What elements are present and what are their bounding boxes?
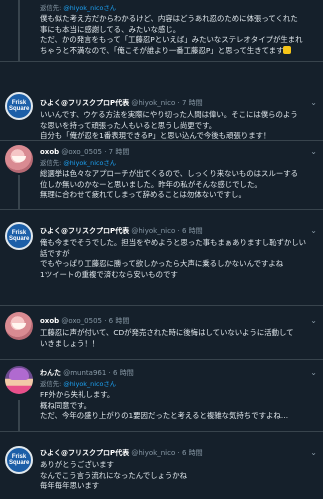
reply-to: 返信先: @hiyok_nicoさん [40, 380, 117, 388]
timestamp[interactable]: 7 時間 [182, 99, 203, 107]
timestamp[interactable]: 6 時間 [109, 317, 130, 325]
tweet[interactable]: Frisk Square ひよく@フリスクプロP代表 @hiyok_nico ·… [0, 432, 323, 499]
display-name[interactable]: ひよく@フリスクプロP代表 [40, 449, 129, 457]
handle[interactable]: @munta961 [63, 369, 106, 377]
tweet-text: いいんです、ウケる方法を実際にやり切った人間は偉い。そこには僕らのよう な思いを… [40, 110, 298, 140]
tweet[interactable]: oxob @oxo_0505 · 7 時間 ⌄ 返信先: @hiyok_nico… [0, 141, 323, 210]
display-name[interactable]: ひよく@フリスクプロP代表 [40, 227, 129, 235]
tweet-text: ありがとうございます なんでこう言う流れになったんでしょうかね 毎年毎年思います [40, 460, 188, 490]
timestamp[interactable]: 6 時間 [182, 227, 203, 235]
tweet[interactable]: oxob @oxo_0505 · 6 時間 ⌄ 工藤忍に声が付いて、CDが発売さ… [0, 306, 323, 360]
tweet-text: 工藤忍に声が付いて、CDが発売された時に後悔はしていないように活動して いきまし… [40, 328, 294, 348]
emoji-icon [283, 45, 292, 54]
tweet-text: FF外から失礼します。 概ね同意です。 ただ、今年の盛り上がりの1要因だったと考… [40, 390, 289, 420]
chevron-down-icon[interactable]: ⌄ [310, 316, 317, 325]
tweet[interactable]: Frisk Square ひよく@フリスクプロP代表 @hiyok_nico ·… [0, 62, 323, 141]
handle[interactable]: @hiyok_nico [131, 99, 175, 107]
chevron-down-icon[interactable]: ⌄ [310, 147, 317, 156]
chevron-down-icon[interactable]: ⌄ [310, 448, 317, 457]
tweet[interactable]: Frisk Square ひよく@フリスクプロP代表 @hiyok_nico ·… [0, 210, 323, 306]
chevron-down-icon[interactable]: ⌄ [310, 368, 317, 377]
reply-mention[interactable]: @hiyok_nicoさん [63, 159, 116, 167]
tweet-text: 僕も似た考え方だからわかるけど、内容はどうあれ忍のために体張ってくれた 事にも本… [40, 14, 303, 55]
tweet[interactable]: わんた @munta961 · 6 時間 ⌄ 返信先: @hiyok_nicoさ… [0, 360, 323, 432]
reply-mention[interactable]: @hiyok_nicoさん [63, 4, 116, 12]
handle[interactable]: @oxo_0505 [61, 148, 102, 156]
display-name[interactable]: わんた [40, 369, 61, 377]
display-name[interactable]: ひよく@フリスクプロP代表 [40, 99, 129, 107]
reply-to: 返信先: @hiyok_nicoさん [40, 159, 117, 167]
tweet-text: 総選挙は色々なアプローチが出てくるので、しっくり来ないものはスルーする 位しか無… [40, 169, 299, 199]
handle[interactable]: @hiyok_nico [131, 227, 175, 235]
timestamp[interactable]: 7 時間 [109, 148, 130, 156]
timestamp[interactable]: 6 時間 [113, 369, 134, 377]
tweet-text: 俺も今までそうでした。担当をやめようと思った事もまぁありますし恥ずかしい 話です… [40, 238, 307, 279]
avatar[interactable] [5, 145, 33, 173]
avatar[interactable] [5, 312, 33, 340]
handle[interactable]: @hiyok_nico [131, 449, 175, 457]
reply-mention[interactable]: @hiyok_nicoさん [63, 380, 116, 388]
timestamp[interactable]: 6 時間 [182, 449, 203, 457]
chevron-down-icon[interactable]: ⌄ [310, 98, 317, 107]
thread-line [18, 0, 20, 62]
handle[interactable]: @oxo_0505 [61, 317, 102, 325]
avatar[interactable]: Frisk Square [5, 92, 33, 120]
avatar[interactable]: Frisk Square [5, 222, 33, 250]
thread-line [18, 400, 20, 432]
thread-line [18, 175, 20, 210]
chevron-down-icon[interactable]: ⌄ [310, 226, 317, 235]
avatar[interactable]: Frisk Square [5, 446, 33, 474]
avatar[interactable] [5, 366, 33, 394]
reply-to: 返信先: @hiyok_nicoさん [40, 4, 117, 12]
tweet[interactable]: 返信先: @hiyok_nicoさん 僕も似た考え方だからわかるけど、内容はどう… [0, 0, 323, 62]
display-name[interactable]: oxob [40, 148, 59, 156]
display-name[interactable]: oxob [40, 317, 59, 325]
